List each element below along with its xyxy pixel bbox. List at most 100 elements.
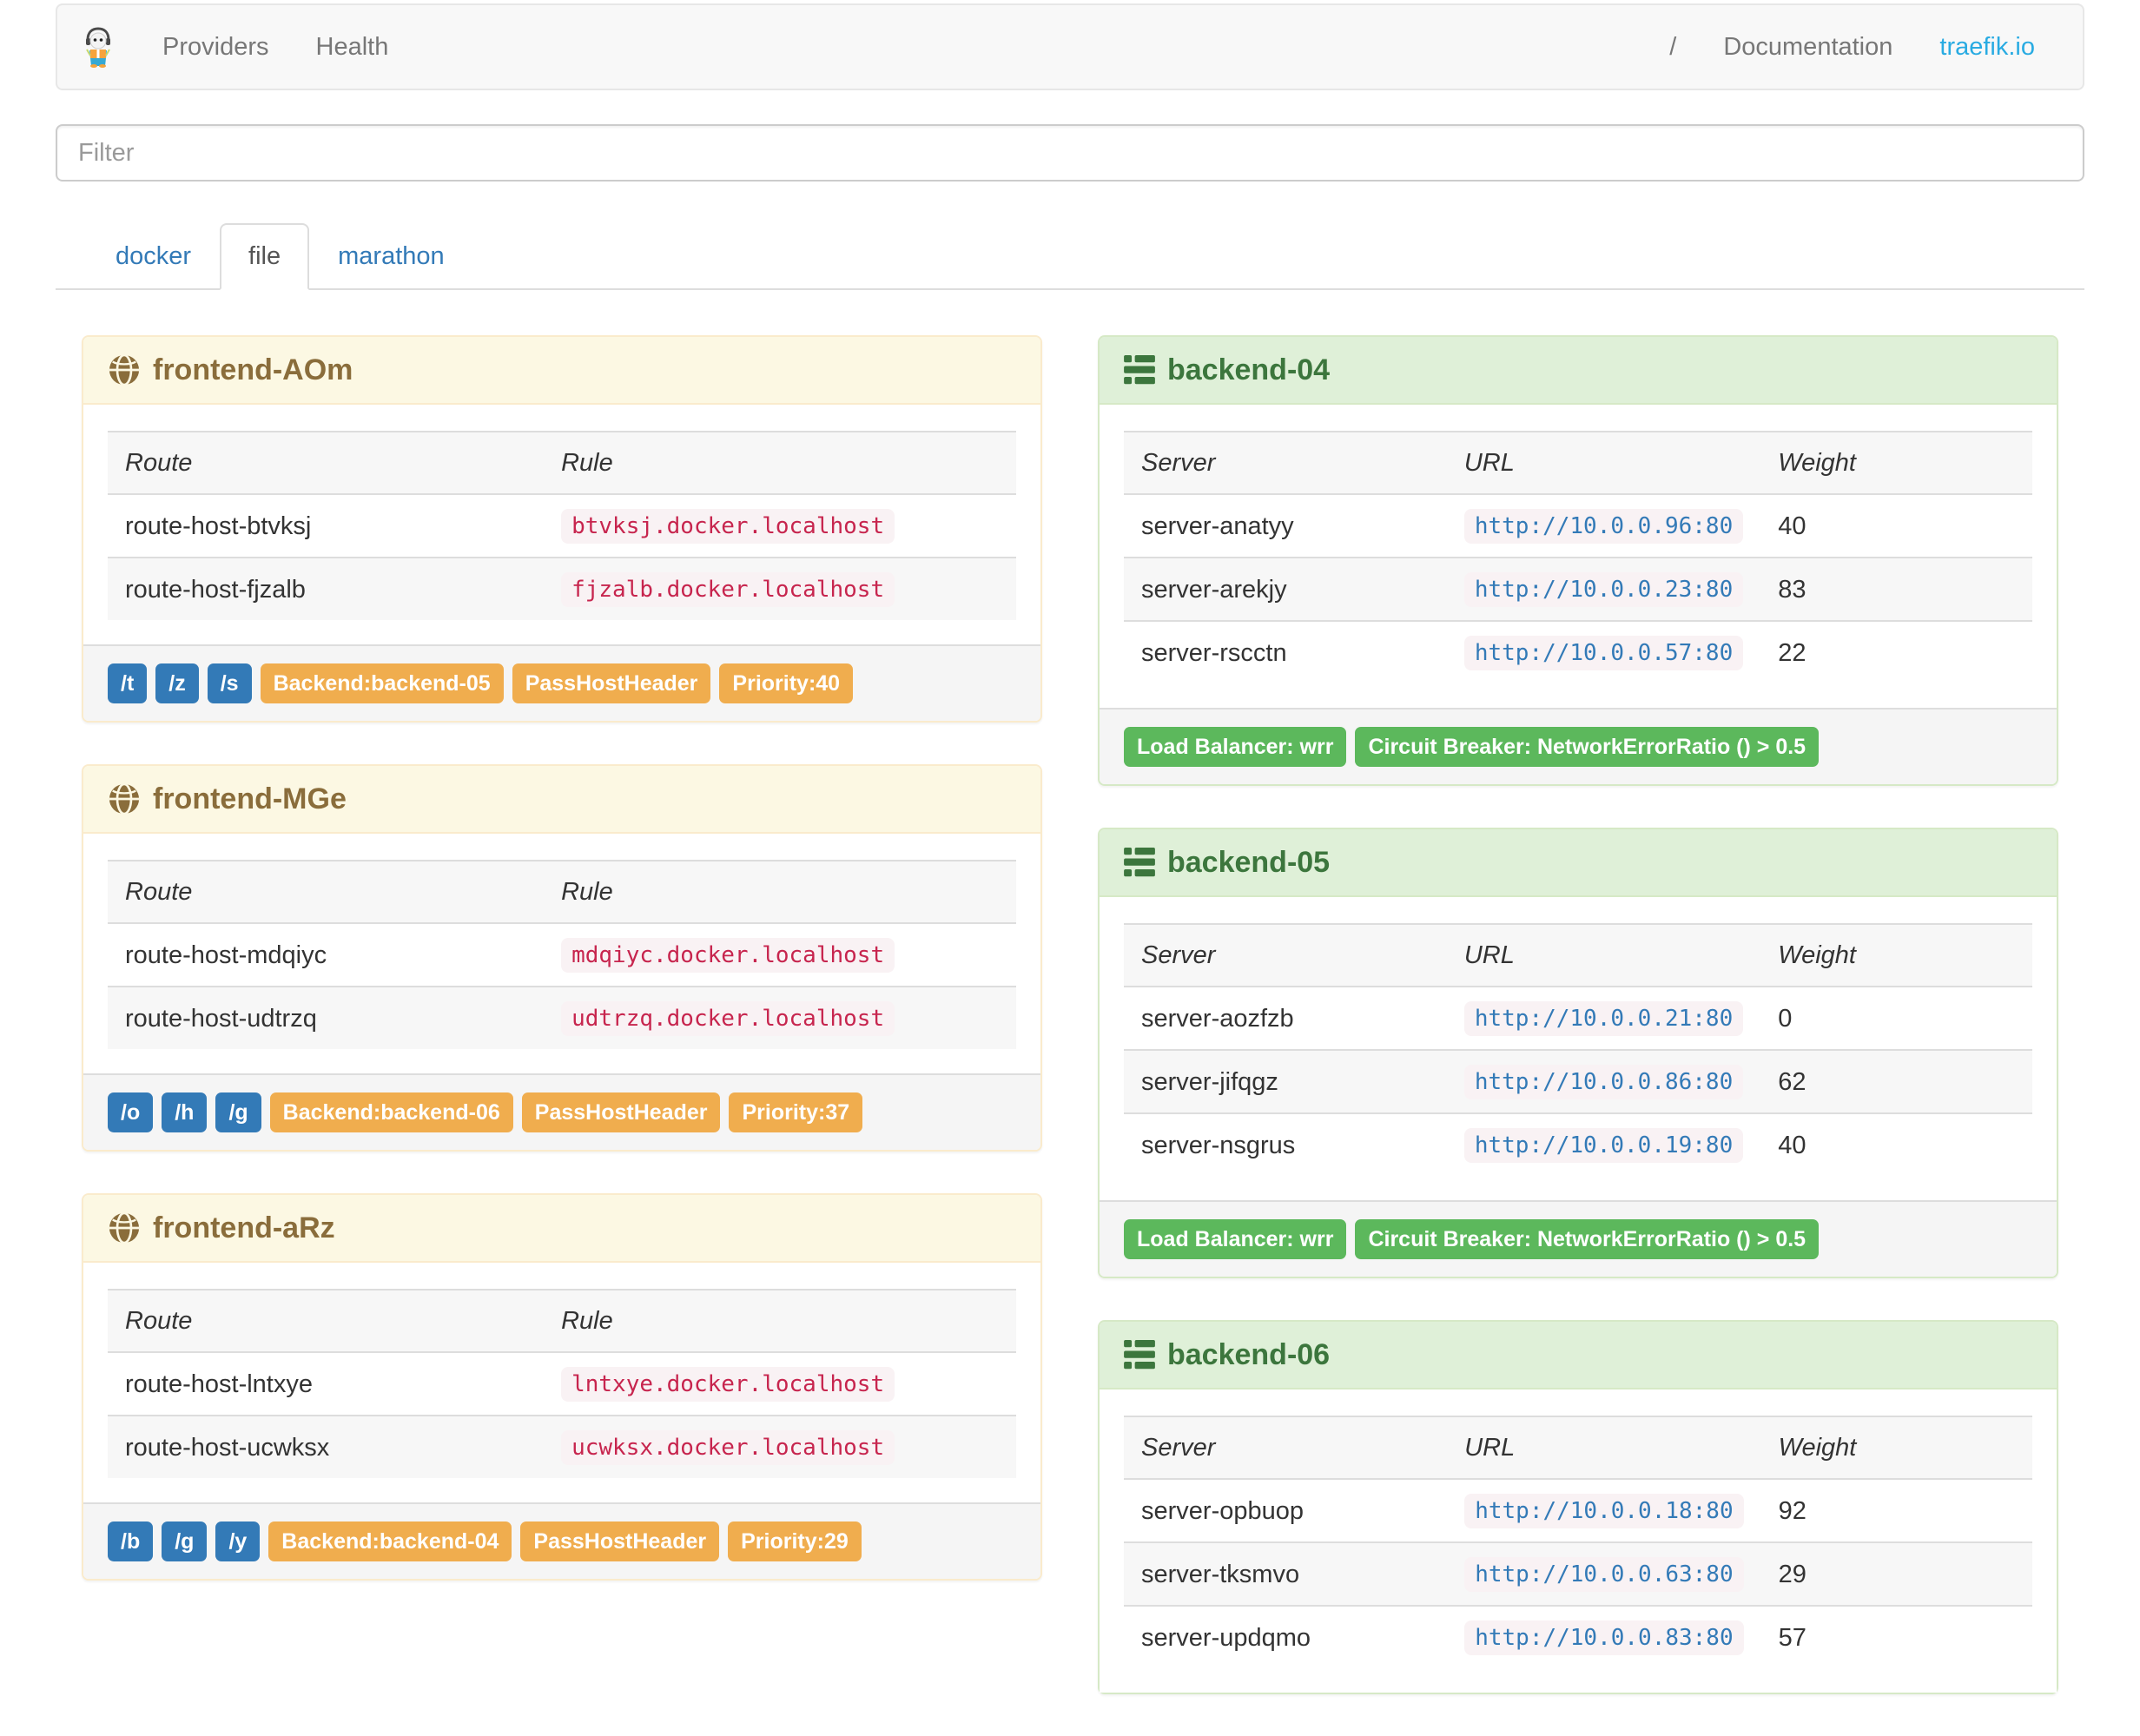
backend-card-06: backend-06 Server URL Weight server-opbu… — [1098, 1320, 2058, 1694]
server-url-code: http://10.0.0.83:80 — [1464, 1620, 1744, 1655]
rule-code: fjzalb.docker.localhost — [561, 572, 895, 607]
tab-marathon[interactable]: marathon — [309, 223, 473, 290]
path-label: /z — [155, 663, 199, 703]
table-row: server-rscctn http://10.0.0.57:80 22 — [1124, 621, 2032, 683]
frontend-card-aRz: frontend-aRz Route Rule route-host-lntxy… — [82, 1193, 1042, 1581]
routes-table: Route Rule route-host-btvksj btvksj.dock… — [108, 431, 1016, 620]
column-header-route: Route — [108, 861, 545, 924]
server-name: server-jifqgz — [1141, 1067, 1278, 1096]
rule-code: btvksj.docker.localhost — [561, 509, 895, 544]
frontend-title: frontend-AOm — [153, 353, 353, 386]
server-url-link[interactable]: http://10.0.0.21:80 — [1475, 1006, 1733, 1032]
table-row: route-host-ucwksx ucwksx.docker.localhos… — [108, 1416, 1016, 1478]
backend-label: Backend:backend-04 — [268, 1521, 512, 1561]
globe-icon — [108, 782, 141, 815]
nav-providers[interactable]: Providers — [139, 33, 293, 62]
server-stack-icon — [1124, 355, 1155, 385]
server-name: server-opbuop — [1141, 1496, 1304, 1525]
table-row: route-host-lntxye lntxye.docker.localhos… — [108, 1352, 1016, 1416]
backends-column: backend-04 Server URL Weight server-anat… — [1098, 335, 2058, 1736]
route-name: route-host-mdqiyc — [125, 941, 327, 969]
table-row: server-updqmo http://10.0.0.83:80 57 — [1124, 1606, 2032, 1668]
server-weight: 0 — [1778, 1004, 1793, 1033]
frontends-column: frontend-AOm Route Rule route-host-btvks… — [82, 335, 1042, 1622]
path-label: /b — [108, 1521, 154, 1561]
path-label: /s — [207, 663, 252, 703]
table-row: route-host-mdqiyc mdqiyc.docker.localhos… — [108, 923, 1016, 987]
column-header-weight: Weight — [1760, 432, 2032, 495]
server-weight: 62 — [1778, 1067, 1806, 1096]
servers-table: Server URL Weight server-opbuop http://1… — [1124, 1416, 2032, 1668]
route-name: route-host-fjzalb — [125, 575, 306, 604]
server-url-code: http://10.0.0.57:80 — [1463, 636, 1744, 670]
frontend-card-AOm: frontend-AOm Route Rule route-host-btvks… — [82, 335, 1042, 723]
server-name: server-rscctn — [1141, 638, 1287, 667]
tab-docker[interactable]: docker — [87, 223, 220, 290]
rule-code: lntxye.docker.localhost — [561, 1367, 895, 1402]
server-weight: 92 — [1778, 1496, 1806, 1525]
rule-code: mdqiyc.docker.localhost — [561, 938, 895, 973]
server-url-link[interactable]: http://10.0.0.57:80 — [1475, 640, 1733, 666]
server-url-code: http://10.0.0.96:80 — [1463, 509, 1744, 544]
column-header-weight: Weight — [1760, 1416, 2032, 1480]
column-header-route: Route — [108, 432, 545, 495]
circuit-breaker-label: Circuit Breaker: NetworkErrorRatio () > … — [1355, 1219, 1820, 1259]
server-url-link[interactable]: http://10.0.0.86:80 — [1475, 1069, 1733, 1095]
server-name: server-nsgrus — [1141, 1131, 1296, 1159]
server-weight: 57 — [1778, 1623, 1806, 1652]
globe-icon — [108, 353, 141, 386]
column-header-url: URL — [1446, 924, 1761, 987]
table-row: route-host-btvksj btvksj.docker.localhos… — [108, 494, 1016, 558]
server-url-link[interactable]: http://10.0.0.19:80 — [1475, 1132, 1733, 1158]
passhostheader-label: PassHostHeader — [521, 1092, 721, 1132]
routes-table: Route Rule route-host-mdqiyc mdqiyc.dock… — [108, 860, 1016, 1049]
column-header-route: Route — [108, 1290, 545, 1353]
server-url-link[interactable]: http://10.0.0.96:80 — [1475, 513, 1733, 539]
server-url-link[interactable]: http://10.0.0.18:80 — [1475, 1498, 1733, 1524]
path-label: /h — [162, 1092, 208, 1132]
backend-title: backend-04 — [1167, 353, 1331, 386]
path-label: /y — [215, 1521, 261, 1561]
server-weight: 29 — [1778, 1560, 1806, 1588]
load-balancer-label: Load Balancer: wrr — [1124, 727, 1347, 767]
backend-card-04: backend-04 Server URL Weight server-anat… — [1098, 335, 2058, 786]
navbar: Providers Health / Documentation traefik… — [56, 3, 2084, 90]
server-name: server-anatyy — [1141, 512, 1294, 540]
passhostheader-label: PassHostHeader — [520, 1521, 720, 1561]
column-header-url: URL — [1447, 1416, 1761, 1480]
traefik-logo-icon[interactable] — [82, 26, 115, 68]
path-label: /o — [108, 1092, 154, 1132]
server-url-code: http://10.0.0.18:80 — [1464, 1494, 1744, 1528]
table-row: server-opbuop http://10.0.0.18:80 92 — [1124, 1479, 2032, 1542]
servers-table: Server URL Weight server-anatyy http://1… — [1124, 431, 2032, 683]
tab-file[interactable]: file — [220, 223, 310, 290]
frontend-card-MGe: frontend-MGe Route Rule route-host-mdqiy… — [82, 764, 1042, 1152]
nav-health[interactable]: Health — [293, 33, 413, 62]
path-label: /g — [162, 1521, 208, 1561]
routes-table: Route Rule route-host-lntxye lntxye.dock… — [108, 1289, 1016, 1478]
provider-tabs: docker file marathon — [56, 223, 2084, 290]
server-url-code: http://10.0.0.21:80 — [1463, 1001, 1744, 1036]
server-url-link[interactable]: http://10.0.0.23:80 — [1475, 577, 1733, 603]
route-name: route-host-lntxye — [125, 1370, 313, 1398]
server-stack-icon — [1124, 848, 1155, 877]
column-header-server: Server — [1124, 1416, 1448, 1480]
nav-traefik-io[interactable]: traefik.io — [1916, 33, 2058, 62]
nav-documentation[interactable]: Documentation — [1700, 33, 1916, 62]
path-label: /t — [108, 663, 148, 703]
server-url-code: http://10.0.0.86:80 — [1463, 1065, 1744, 1099]
server-url-link[interactable]: http://10.0.0.63:80 — [1475, 1561, 1733, 1587]
backend-title: backend-05 — [1167, 846, 1331, 879]
column-header-rule: Rule — [544, 861, 1016, 924]
table-row: server-aozfzb http://10.0.0.21:80 0 — [1124, 987, 2032, 1050]
rule-code: udtrzq.docker.localhost — [561, 1001, 895, 1036]
server-url-link[interactable]: http://10.0.0.83:80 — [1475, 1625, 1733, 1651]
servers-table: Server URL Weight server-aozfzb http://1… — [1124, 923, 2032, 1176]
filter-input[interactable] — [56, 124, 2084, 182]
server-weight: 40 — [1778, 1131, 1806, 1159]
column-header-rule: Rule — [544, 432, 1016, 495]
table-row: server-jifqgz http://10.0.0.86:80 62 — [1124, 1050, 2032, 1113]
server-weight: 40 — [1778, 512, 1806, 540]
nav-slash[interactable]: / — [1646, 33, 1700, 62]
route-name: route-host-btvksj — [125, 512, 312, 540]
